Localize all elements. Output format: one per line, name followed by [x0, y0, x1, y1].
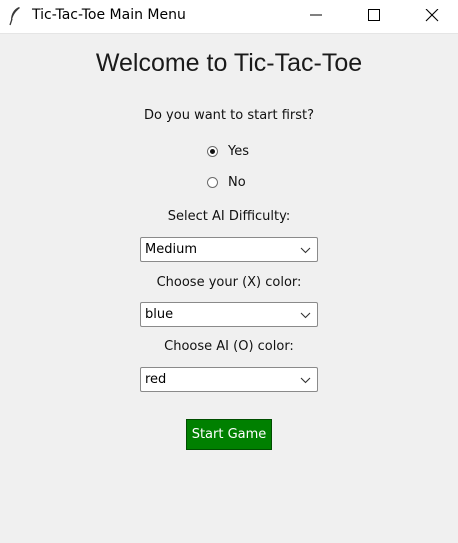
close-button[interactable] — [403, 0, 458, 32]
start-first-label: Do you want to start first? — [143, 108, 315, 123]
ai-color-select[interactable]: red — [140, 367, 318, 392]
minimize-button[interactable] — [287, 0, 345, 32]
maximize-button[interactable] — [345, 0, 403, 32]
page-title: Welcome to Tic-Tac-Toe — [95, 49, 363, 77]
radio-yes[interactable]: Yes — [207, 142, 249, 160]
ai-color-value: red — [145, 372, 167, 387]
radio-no[interactable]: No — [207, 173, 246, 191]
chevron-down-icon[interactable] — [300, 247, 311, 254]
radio-yes-indicator[interactable] — [207, 145, 218, 157]
radio-yes-label[interactable]: Yes — [228, 144, 249, 159]
difficulty-value: Medium — [145, 242, 197, 257]
ai-color-label: Choose AI (O) color: — [164, 339, 294, 354]
start-game-button[interactable]: Start Game — [186, 419, 272, 450]
radio-no-indicator[interactable] — [207, 176, 218, 188]
difficulty-label: Select AI Difficulty: — [167, 209, 291, 224]
maximize-icon — [368, 9, 380, 21]
chevron-down-icon[interactable] — [300, 377, 311, 384]
player-color-value: blue — [145, 307, 174, 322]
title-bar: Tic-Tac-Toe Main Menu — [0, 0, 458, 34]
difficulty-select[interactable]: Medium — [140, 237, 318, 262]
minimize-icon — [310, 14, 322, 16]
close-icon — [425, 9, 439, 22]
feather-icon — [8, 6, 22, 26]
window-title: Tic-Tac-Toe Main Menu — [32, 7, 186, 23]
radio-no-label[interactable]: No — [228, 175, 246, 190]
chevron-down-icon[interactable] — [300, 312, 311, 319]
player-color-select[interactable]: blue — [140, 302, 318, 327]
player-color-label: Choose your (X) color: — [156, 275, 302, 290]
